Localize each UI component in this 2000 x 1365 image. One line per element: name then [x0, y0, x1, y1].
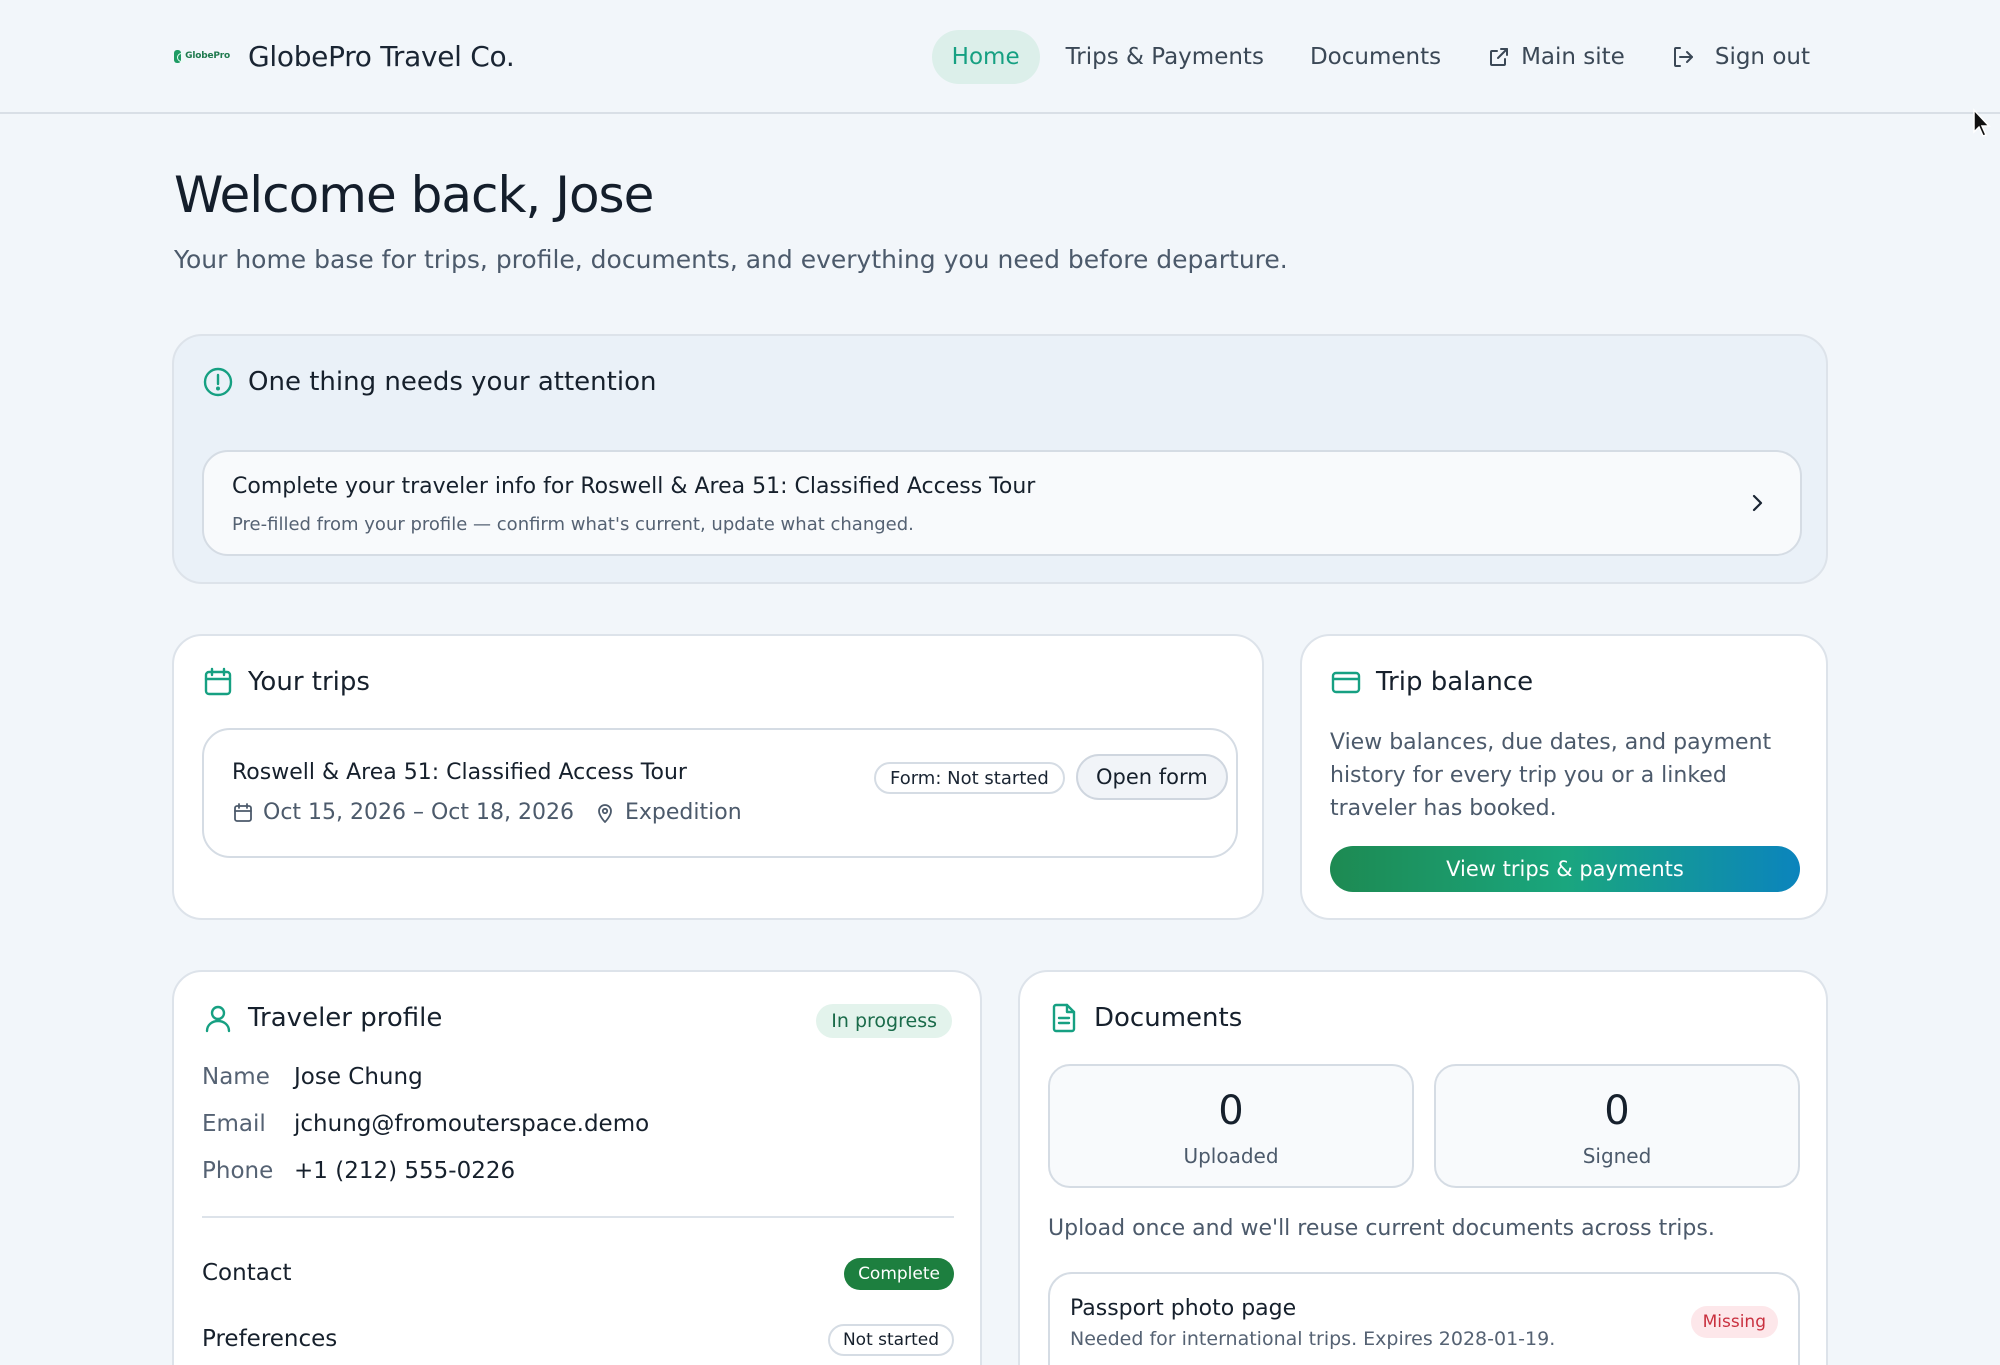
- uploaded-label: Uploaded: [1183, 1144, 1279, 1168]
- section-status-badge: Not started: [827, 1324, 954, 1356]
- credit-card-icon: [1330, 666, 1362, 698]
- documents-card: Documents 0 Uploaded 0 Signed Upload onc…: [1018, 970, 1828, 1365]
- document-title: Passport photo page: [1070, 1296, 1297, 1321]
- trip-meta: Oct 15, 2026 – Oct 18, 2026 Expedition: [232, 800, 742, 825]
- profile-section-preferences[interactable]: Preferences Not started: [202, 1320, 954, 1360]
- signed-label: Signed: [1582, 1144, 1652, 1168]
- signed-stat: 0 Signed: [1434, 1064, 1800, 1188]
- brand-name: GlobePro Travel Co.: [248, 39, 515, 73]
- profile-field-label: Email: [202, 1111, 266, 1137]
- document-item-passport[interactable]: Passport photo page Needed for internati…: [1048, 1272, 1800, 1365]
- profile-field-name: Name Jose Chung: [202, 1064, 423, 1090]
- map-pin-icon: [594, 802, 616, 824]
- balance-title-text: Trip balance: [1376, 667, 1534, 697]
- section-label: Contact: [202, 1260, 292, 1286]
- brand-logo: GlobePro: [174, 46, 230, 66]
- profile-field-email: Email jchung@fromouterspace.demo: [202, 1111, 649, 1137]
- documents-title-text: Documents: [1094, 1003, 1243, 1033]
- globe-logo-icon: [174, 49, 187, 63]
- trips-title: Your trips: [202, 666, 370, 698]
- nav-trips-payments[interactable]: Trips & Payments: [1046, 30, 1284, 84]
- profile-field-value: +1 (212) 555-0226: [294, 1158, 516, 1184]
- traveler-profile-card: Traveler profile In progress Name Jose C…: [172, 970, 982, 1365]
- attention-card: One thing needs your attention Complete …: [172, 334, 1828, 584]
- main-nav: Home Trips & Payments Documents Main sit…: [926, 30, 1830, 84]
- calendar-small-icon: [232, 802, 254, 824]
- nav-documents-label: Documents: [1309, 44, 1442, 70]
- profile-section-contact[interactable]: Contact Complete: [202, 1254, 954, 1294]
- file-text-icon: [1048, 1002, 1080, 1034]
- attention-title: One thing needs your attention: [202, 366, 656, 398]
- app-frame: GlobePro GlobePro Travel Co. Home Trips …: [0, 0, 2000, 1365]
- sign-out-icon: [1671, 45, 1695, 69]
- open-form-button[interactable]: Open form: [1076, 754, 1228, 800]
- page-subtitle: Your home base for trips, profile, docum…: [174, 245, 1288, 274]
- page-title: Welcome back, Jose: [174, 166, 654, 224]
- nav-sign-out-label: Sign out: [1714, 44, 1810, 70]
- profile-title-text: Traveler profile: [248, 1003, 443, 1033]
- view-trips-payments-button[interactable]: View trips & payments: [1330, 846, 1800, 892]
- attention-item[interactable]: Complete your traveler info for Roswell …: [202, 450, 1802, 556]
- profile-field-label: Name: [202, 1064, 270, 1090]
- document-subtitle: Needed for international trips. Expires …: [1070, 1328, 1556, 1350]
- document-status-badge: Missing: [1690, 1306, 1778, 1338]
- external-link-icon: [1487, 45, 1511, 69]
- profile-field-value: jchung@fromouterspace.demo: [294, 1111, 650, 1137]
- brand[interactable]: GlobePro GlobePro Travel Co.: [174, 34, 515, 78]
- nav-home-label: Home: [951, 44, 1020, 70]
- attention-item-title: Complete your traveler info for Roswell …: [232, 474, 1036, 499]
- uploaded-stat: 0 Uploaded: [1048, 1064, 1414, 1188]
- nav-sign-out[interactable]: Sign out: [1651, 30, 1830, 84]
- profile-field-value: Jose Chung: [294, 1064, 423, 1090]
- nav-documents[interactable]: Documents: [1290, 30, 1461, 84]
- alert-circle-icon: [202, 366, 234, 398]
- trips-card: Your trips Roswell & Area 51: Classified…: [172, 634, 1264, 920]
- trip-name: Roswell & Area 51: Classified Access Tou…: [232, 760, 687, 785]
- attention-title-text: One thing needs your attention: [248, 367, 657, 397]
- trip-dates: Oct 15, 2026 – Oct 18, 2026: [263, 800, 574, 825]
- profile-divider: [202, 1216, 954, 1218]
- chevron-right-icon: [1752, 494, 1763, 512]
- profile-title: Traveler profile: [202, 1002, 442, 1034]
- balance-description: View balances, due dates, and payment hi…: [1330, 730, 1772, 821]
- mouse-cursor-icon: [1973, 108, 1991, 137]
- nav-main-site-label: Main site: [1521, 44, 1625, 70]
- trip-form-status-badge: Form: Not started: [874, 762, 1065, 794]
- section-status-badge: Complete: [844, 1258, 954, 1290]
- attention-item-subtitle: Pre-filled from your profile — confirm w…: [232, 514, 914, 535]
- nav-home[interactable]: Home: [931, 30, 1040, 84]
- uploaded-count: 0: [1218, 1088, 1244, 1134]
- section-label: Preferences: [202, 1326, 338, 1352]
- documents-note: Upload once and we'll reuse current docu…: [1048, 1216, 1715, 1241]
- nav-main-site[interactable]: Main site: [1467, 30, 1645, 84]
- trip-item[interactable]: Roswell & Area 51: Classified Access Tou…: [202, 728, 1238, 858]
- profile-field-phone: Phone +1 (212) 555-0226: [202, 1158, 515, 1184]
- trip-type: Expedition: [625, 800, 742, 825]
- trips-title-text: Your trips: [248, 667, 370, 697]
- trip-balance-card: Trip balance View balances, due dates, a…: [1300, 634, 1828, 920]
- nav-trips-payments-label: Trips & Payments: [1065, 44, 1264, 70]
- profile-field-label: Phone: [202, 1158, 274, 1184]
- documents-title: Documents: [1048, 1002, 1242, 1034]
- signed-count: 0: [1604, 1088, 1630, 1134]
- calendar-icon: [202, 666, 234, 698]
- logo-text: GlobePro: [185, 51, 230, 61]
- user-icon: [202, 1002, 234, 1034]
- balance-title: Trip balance: [1330, 666, 1533, 698]
- top-header: GlobePro GlobePro Travel Co. Home Trips …: [0, 0, 2000, 114]
- profile-status-badge: In progress: [816, 1004, 952, 1038]
